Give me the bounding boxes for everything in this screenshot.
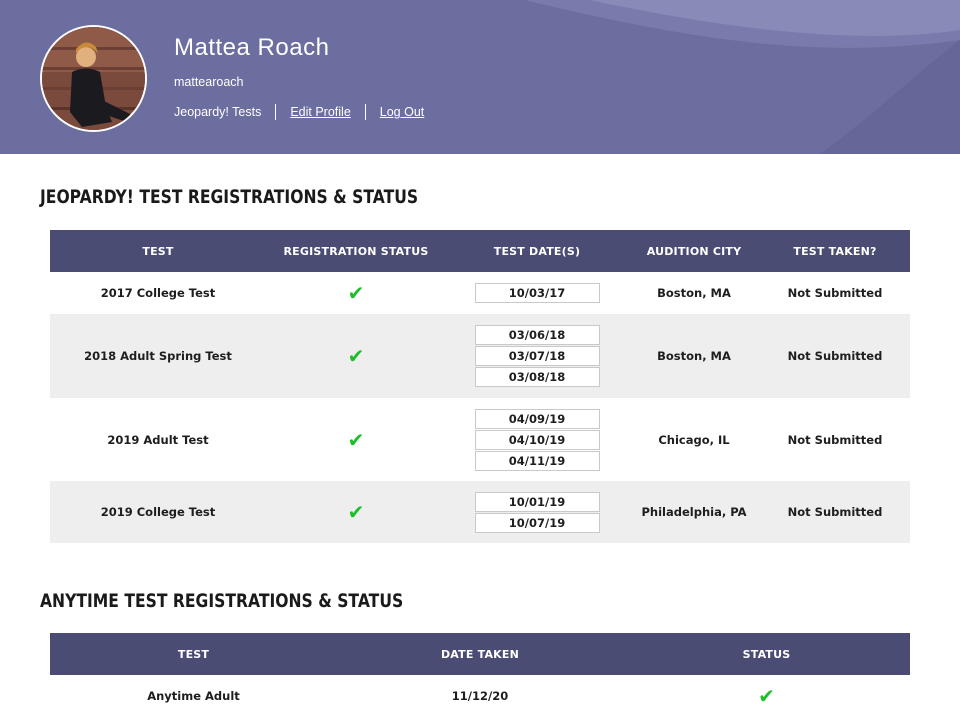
- test-date: 03/06/18: [474, 325, 600, 345]
- test-taken-status: Not Submitted: [760, 481, 910, 543]
- profile-name: Mattea Roach: [174, 34, 330, 61]
- jeopardy-section-title: JEOPARDY! TEST REGISTRATIONS & STATUS: [40, 186, 419, 208]
- audition-city: Philadelphia, PA: [628, 481, 760, 543]
- test-name: 2017 College Test: [100, 286, 216, 300]
- log-out-link[interactable]: Log Out: [380, 105, 424, 119]
- column-header-date-taken: DATE TAKEN: [337, 633, 623, 675]
- test-date: 04/11/19: [474, 450, 600, 471]
- test-dates: 10/03/17: [474, 283, 600, 303]
- column-header-test: TEST: [50, 230, 266, 272]
- test-date: 10/07/19: [474, 512, 600, 533]
- column-header-test-taken: TEST TAKEN?: [760, 230, 910, 272]
- test-dates: 04/09/19 04/10/19 04/11/19: [474, 408, 600, 471]
- test-taken-status: Not Submitted: [787, 432, 883, 447]
- column-header-audition-city: AUDITION CITY: [628, 230, 760, 272]
- table-row: Anytime Adult 11/12/20 ✔: [50, 675, 910, 717]
- test-date: 03/08/18: [474, 367, 600, 387]
- profile-links: Jeopardy! Tests Edit Profile Log Out: [174, 104, 424, 120]
- test-dates: 10/01/19 10/07/19: [474, 491, 600, 533]
- test-taken-status: Not Submitted: [787, 286, 883, 300]
- table-row: 2019 Adult Test ✔ 04/09/19 04/10/19 04/1…: [50, 398, 910, 481]
- jeopardy-tests-link[interactable]: Jeopardy! Tests: [174, 105, 261, 119]
- audition-city: Boston, MA: [628, 314, 760, 398]
- anytime-section-title: ANYTIME TEST REGISTRATIONS & STATUS: [40, 590, 404, 612]
- profile-header: Mattea Roach mattearoach Jeopardy! Tests…: [0, 0, 960, 154]
- table-row: 2018 Adult Spring Test ✔ 03/06/18 03/07/…: [50, 314, 910, 398]
- test-name: 2018 Adult Spring Test: [50, 314, 266, 398]
- table-header-row: TEST DATE TAKEN STATUS: [50, 633, 910, 675]
- check-icon: ✔: [347, 344, 365, 368]
- test-taken-status: Not Submitted: [760, 314, 910, 398]
- column-header-test-dates: TEST DATE(S): [446, 230, 628, 272]
- table-row: 2017 College Test ✔ 10/03/17 Boston, MA …: [50, 272, 910, 314]
- column-header-status: STATUS: [623, 633, 910, 675]
- check-icon: ✔: [347, 281, 365, 305]
- check-icon: ✔: [347, 500, 365, 524]
- check-icon: ✔: [347, 427, 365, 452]
- avatar: [40, 25, 147, 132]
- audition-city: Chicago, IL: [658, 432, 730, 447]
- table-header-row: TEST REGISTRATION STATUS TEST DATE(S) AU…: [50, 230, 910, 272]
- test-date: 04/10/19: [474, 429, 600, 450]
- edit-profile-link[interactable]: Edit Profile: [290, 105, 350, 119]
- jeopardy-registrations-table: TEST REGISTRATION STATUS TEST DATE(S) AU…: [50, 230, 910, 543]
- test-date: 04/09/19: [474, 408, 600, 429]
- test-dates: 03/06/18 03/07/18 03/08/18: [474, 325, 600, 387]
- column-header-registration-status: REGISTRATION STATUS: [266, 230, 446, 272]
- link-divider: [364, 104, 366, 120]
- test-name: 2019 College Test: [50, 481, 266, 543]
- test-name: Anytime Adult: [147, 689, 240, 703]
- audition-city: Boston, MA: [657, 286, 731, 300]
- table-row: 2019 College Test ✔ 10/01/19 10/07/19 Ph…: [50, 481, 910, 543]
- profile-username: mattearoach: [174, 75, 244, 89]
- column-header-test: TEST: [50, 633, 337, 675]
- test-date: 10/03/17: [474, 283, 600, 303]
- test-date: 03/07/18: [474, 346, 600, 366]
- date-taken: 11/12/20: [451, 689, 509, 703]
- anytime-registrations-table: TEST DATE TAKEN STATUS Anytime Adult 11/…: [50, 633, 910, 717]
- link-divider: [275, 104, 277, 120]
- test-name: 2019 Adult Test: [107, 432, 209, 447]
- check-icon: ✔: [758, 684, 775, 708]
- test-date: 10/01/19: [474, 491, 600, 512]
